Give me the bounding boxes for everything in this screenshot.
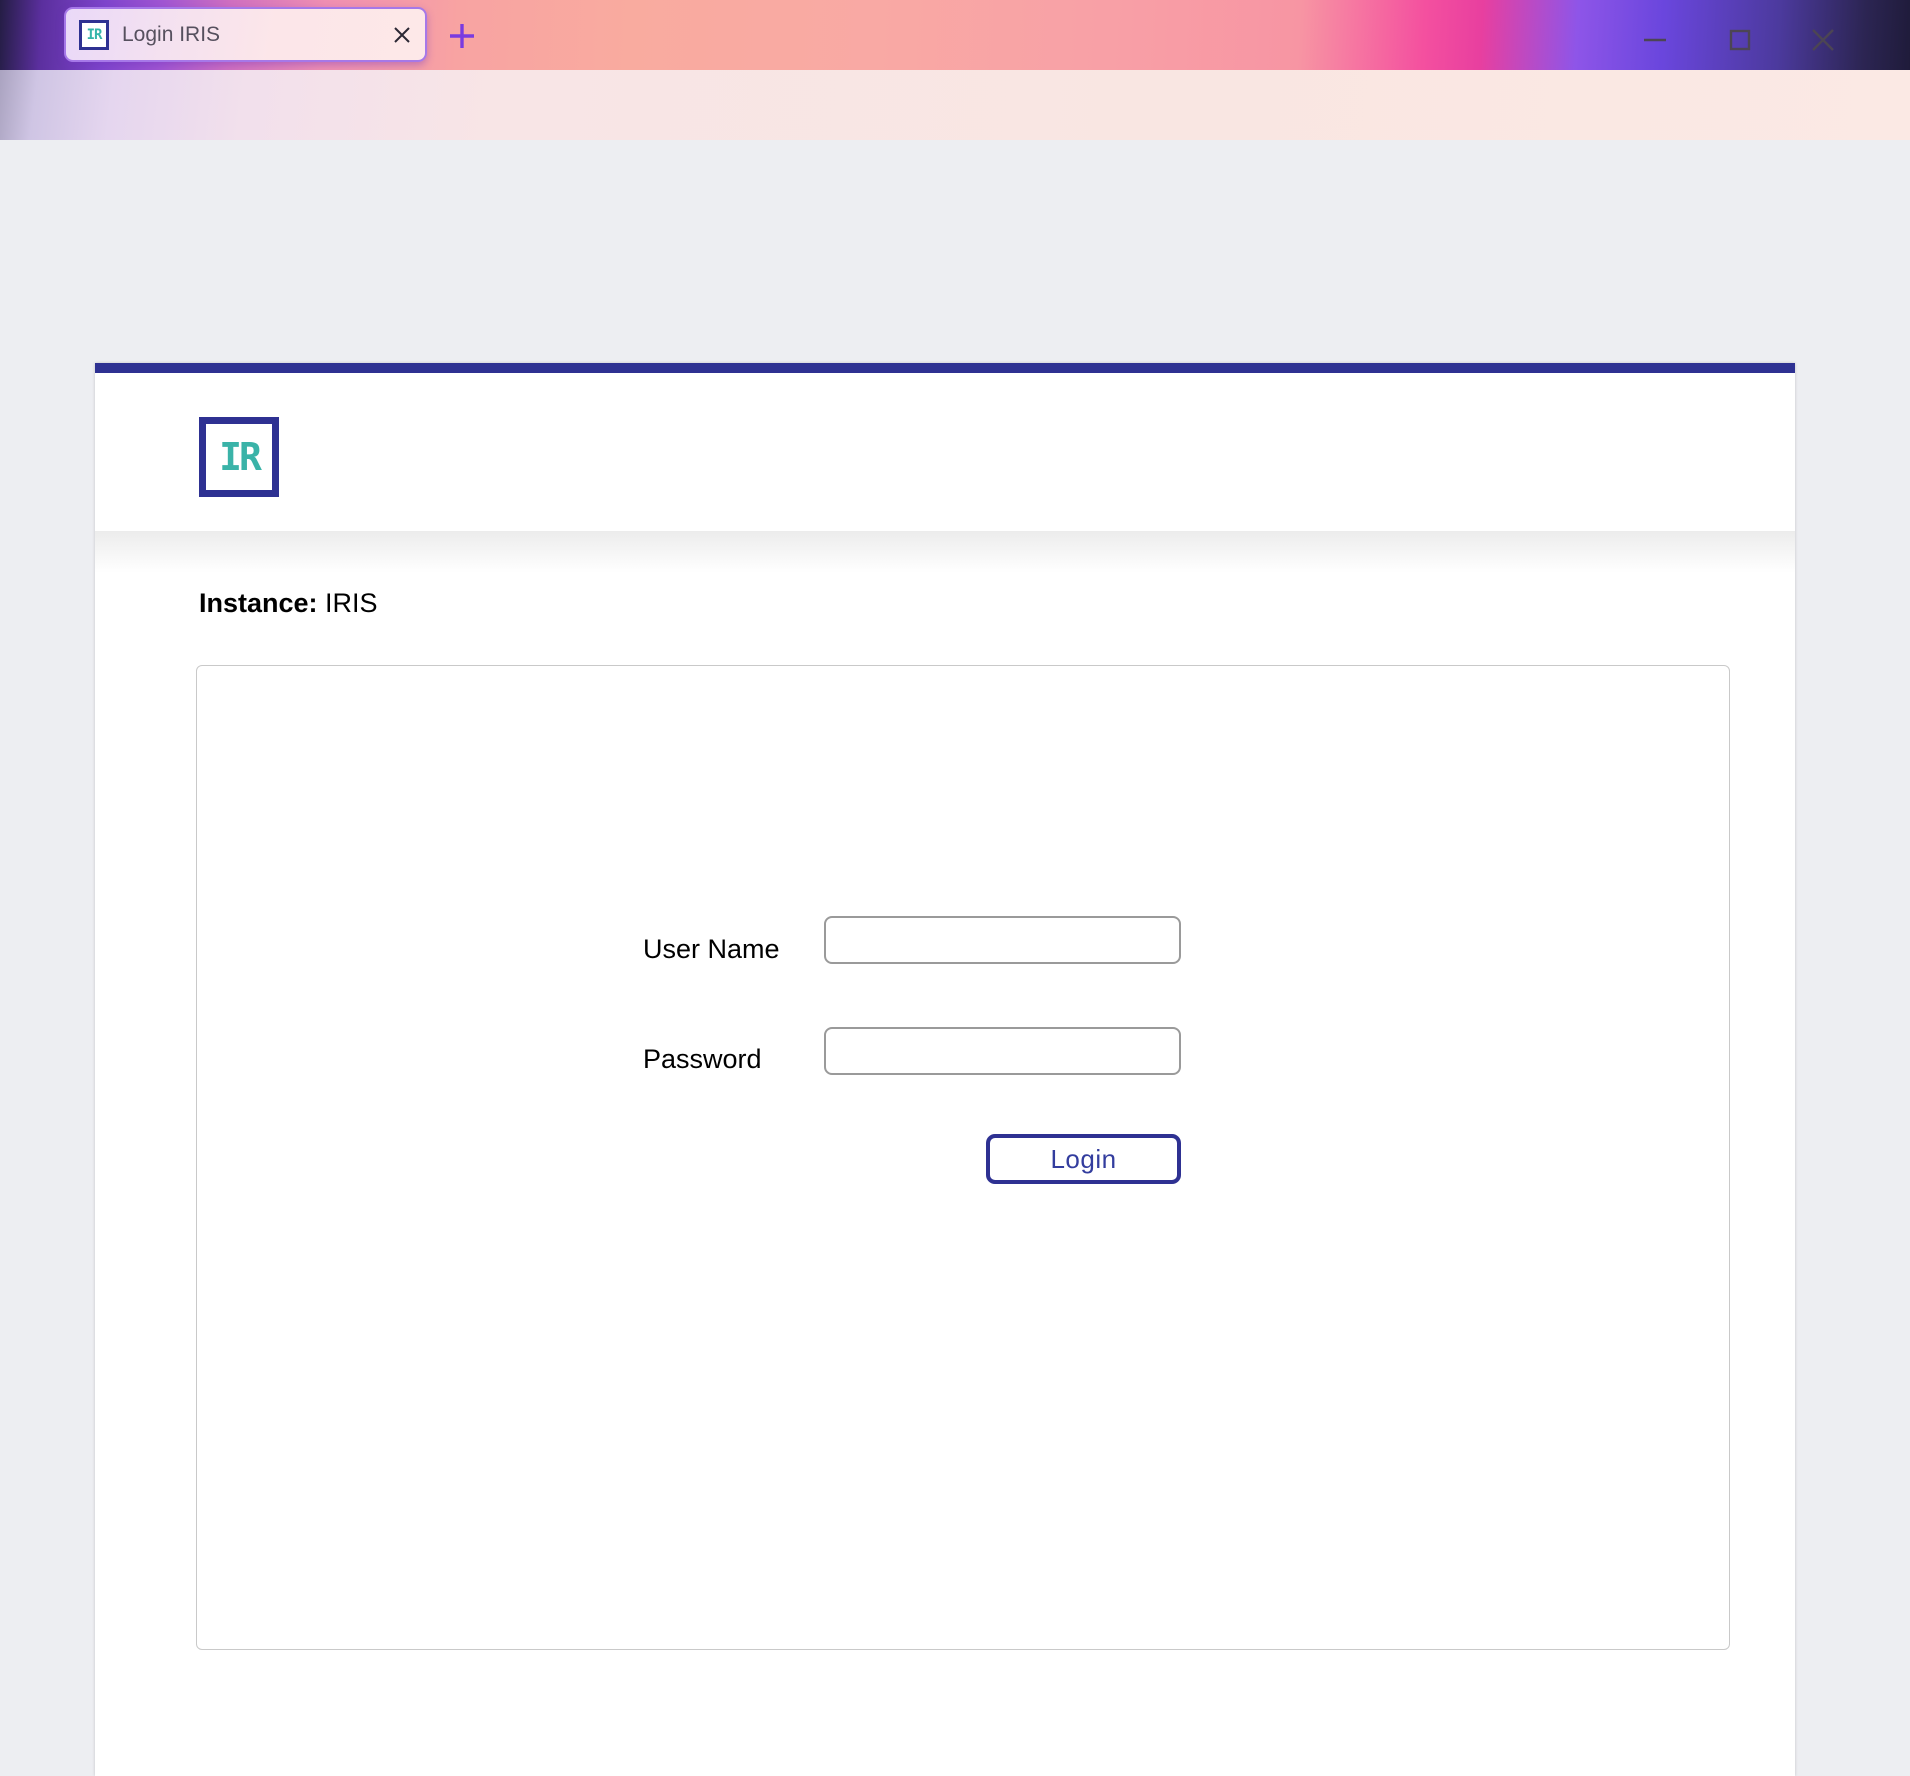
instance-value: IRIS	[318, 588, 378, 618]
password-label: Password	[643, 1044, 762, 1075]
browser-tab-login-iris[interactable]: IR Login IRIS	[64, 7, 427, 62]
tab-title: Login IRIS	[122, 23, 387, 47]
window-close-button[interactable]	[1801, 20, 1845, 60]
password-input[interactable]	[824, 1027, 1181, 1075]
page-accent-bar	[95, 363, 1795, 373]
username-label: User Name	[643, 934, 780, 965]
login-form-panel: User Name Password Login	[196, 665, 1730, 1650]
login-button[interactable]: Login	[986, 1134, 1181, 1184]
tab-favicon-ir: IR	[79, 20, 109, 50]
window-maximize-button[interactable]	[1718, 20, 1762, 60]
header-divider	[95, 531, 1795, 573]
browser-viewport: IR Instance: IRIS User Name Password Log…	[0, 140, 1910, 1674]
new-tab-button[interactable]	[444, 18, 480, 54]
instance-label-line: Instance: IRIS	[199, 588, 378, 619]
browser-titlebar: IR Login IRIS	[0, 0, 1910, 70]
window-minimize-button[interactable]	[1633, 20, 1677, 60]
iris-logo: IR	[199, 417, 279, 497]
username-input[interactable]	[824, 916, 1181, 964]
browser-toolbar: localhost:52773/csp/sys/%25CSP.Portal.Ho…	[0, 70, 1910, 140]
login-page-card: IR Instance: IRIS User Name Password Log…	[95, 363, 1795, 1776]
tab-close-icon[interactable]	[387, 20, 417, 50]
instance-label: Instance:	[199, 588, 318, 618]
